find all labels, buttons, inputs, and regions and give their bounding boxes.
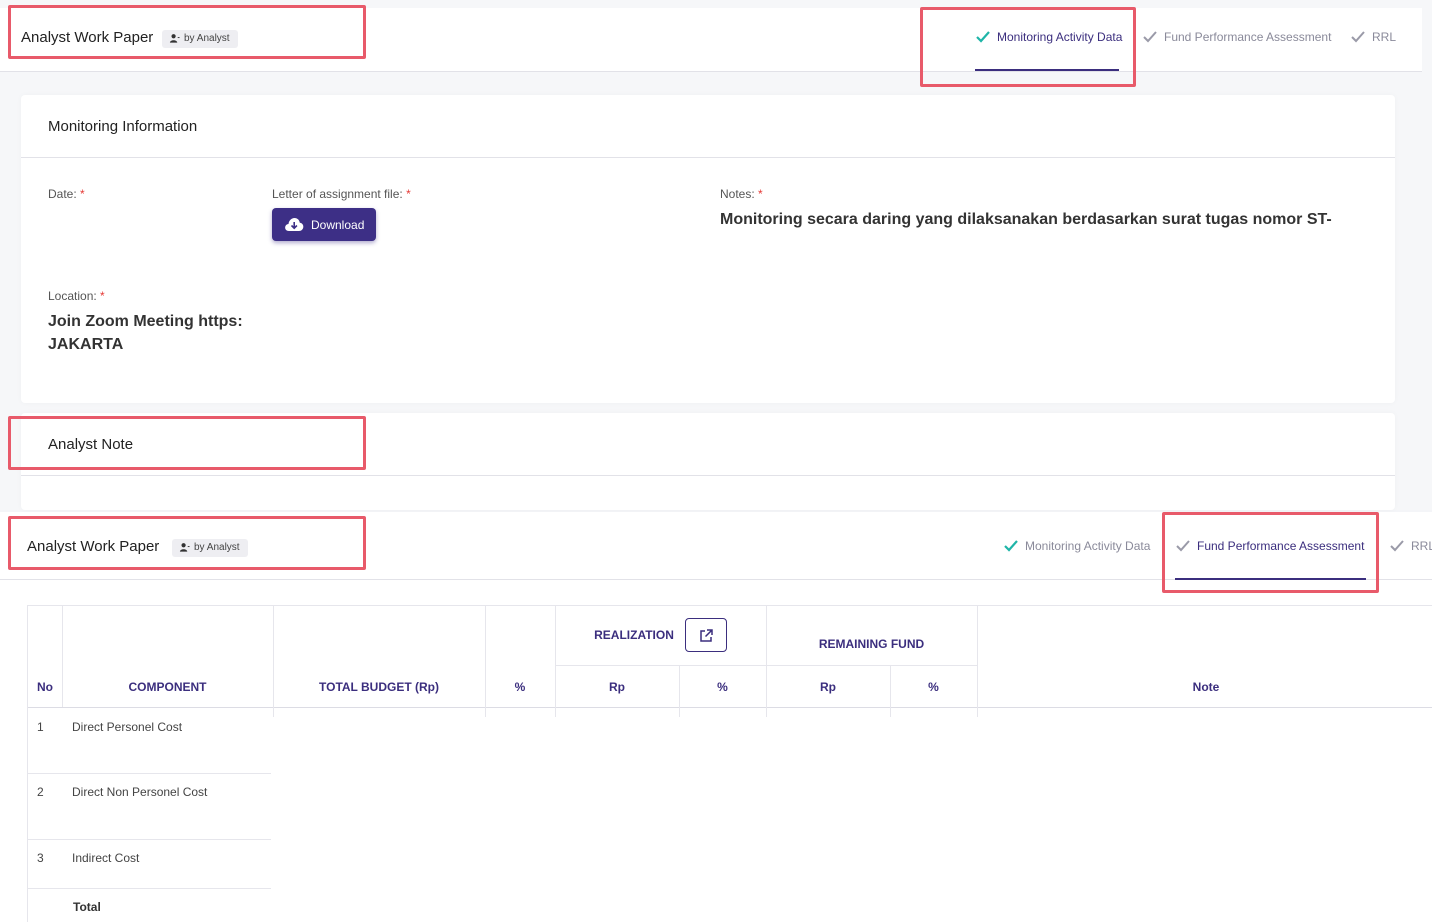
table-row-total: Total [73,900,101,914]
location-value-line1: Join Zoom Meeting https: [48,313,243,330]
th-remaining-percent: % [928,680,939,694]
th-realization: REALIZATION [594,628,674,642]
table-row-no: 3 [37,851,44,865]
notes-value: Monitoring secara daring yang dilaksanak… [720,211,1332,228]
section-title: Monitoring Information [48,118,198,135]
card-header: Monitoring Information [21,95,1395,158]
row-divider [27,773,271,774]
header-bottom-border [27,707,1432,708]
check-icon [1390,540,1404,552]
date-label: Date: * [48,187,85,201]
col-line [766,605,767,717]
table-row-component: Indirect Cost [72,851,140,865]
col-line [27,605,28,922]
table-top-border [27,605,1432,606]
required-mark: * [100,289,105,303]
highlight-box-title [8,5,366,59]
th-total-budget: TOTAL BUDGET (Rp) [319,680,439,694]
col-line [273,605,274,717]
th-component: COMPONENT [128,680,207,694]
col-line [977,605,978,717]
realization-open-button[interactable] [685,618,727,652]
check-icon [1143,31,1157,43]
th-remaining-rp: Rp [820,680,836,694]
highlight-box-analyst-note [8,416,366,470]
location-value-line2: JAKARTA [48,336,124,353]
row-divider [27,839,271,840]
row-divider [27,888,271,889]
highlight-box-title [8,516,366,570]
table-row-component: Direct Non Personel Cost [72,785,208,799]
required-mark: * [80,187,85,201]
th-no: No [37,680,53,694]
th-remaining-fund: REMAINING FUND [818,637,925,651]
table-row-component: Direct Personel Cost [72,720,183,734]
location-label: Location: * [48,289,105,303]
th-percent: % [514,680,526,694]
monitoring-information-card: Monitoring Information [21,95,1395,403]
th-realization-percent: % [717,680,728,694]
col-line [555,605,556,717]
table-row-no: 1 [37,720,44,734]
external-link-icon [700,629,713,642]
col-line [485,605,486,717]
letter-of-assignment-label: Letter of assignment file: * [272,187,411,201]
fund-performance-panel: Analyst Work Paper by Analyst Monitoring… [0,512,1432,922]
required-mark: * [758,187,763,201]
th-note: Note [1192,680,1220,694]
th-realization-rp: Rp [609,680,625,694]
table-row-no: 2 [37,785,44,799]
highlight-box-active-tab [1162,512,1379,593]
notes-label: Notes: * [720,187,763,201]
download-button[interactable]: Download [272,208,376,241]
check-icon [1004,540,1018,552]
required-mark: * [406,187,411,201]
cloud-download-icon [285,218,304,231]
monitoring-panel: Analyst Work Paper by Analyst Monitoring… [0,0,1432,510]
check-icon [1351,31,1365,43]
highlight-box-active-tab [920,7,1136,87]
